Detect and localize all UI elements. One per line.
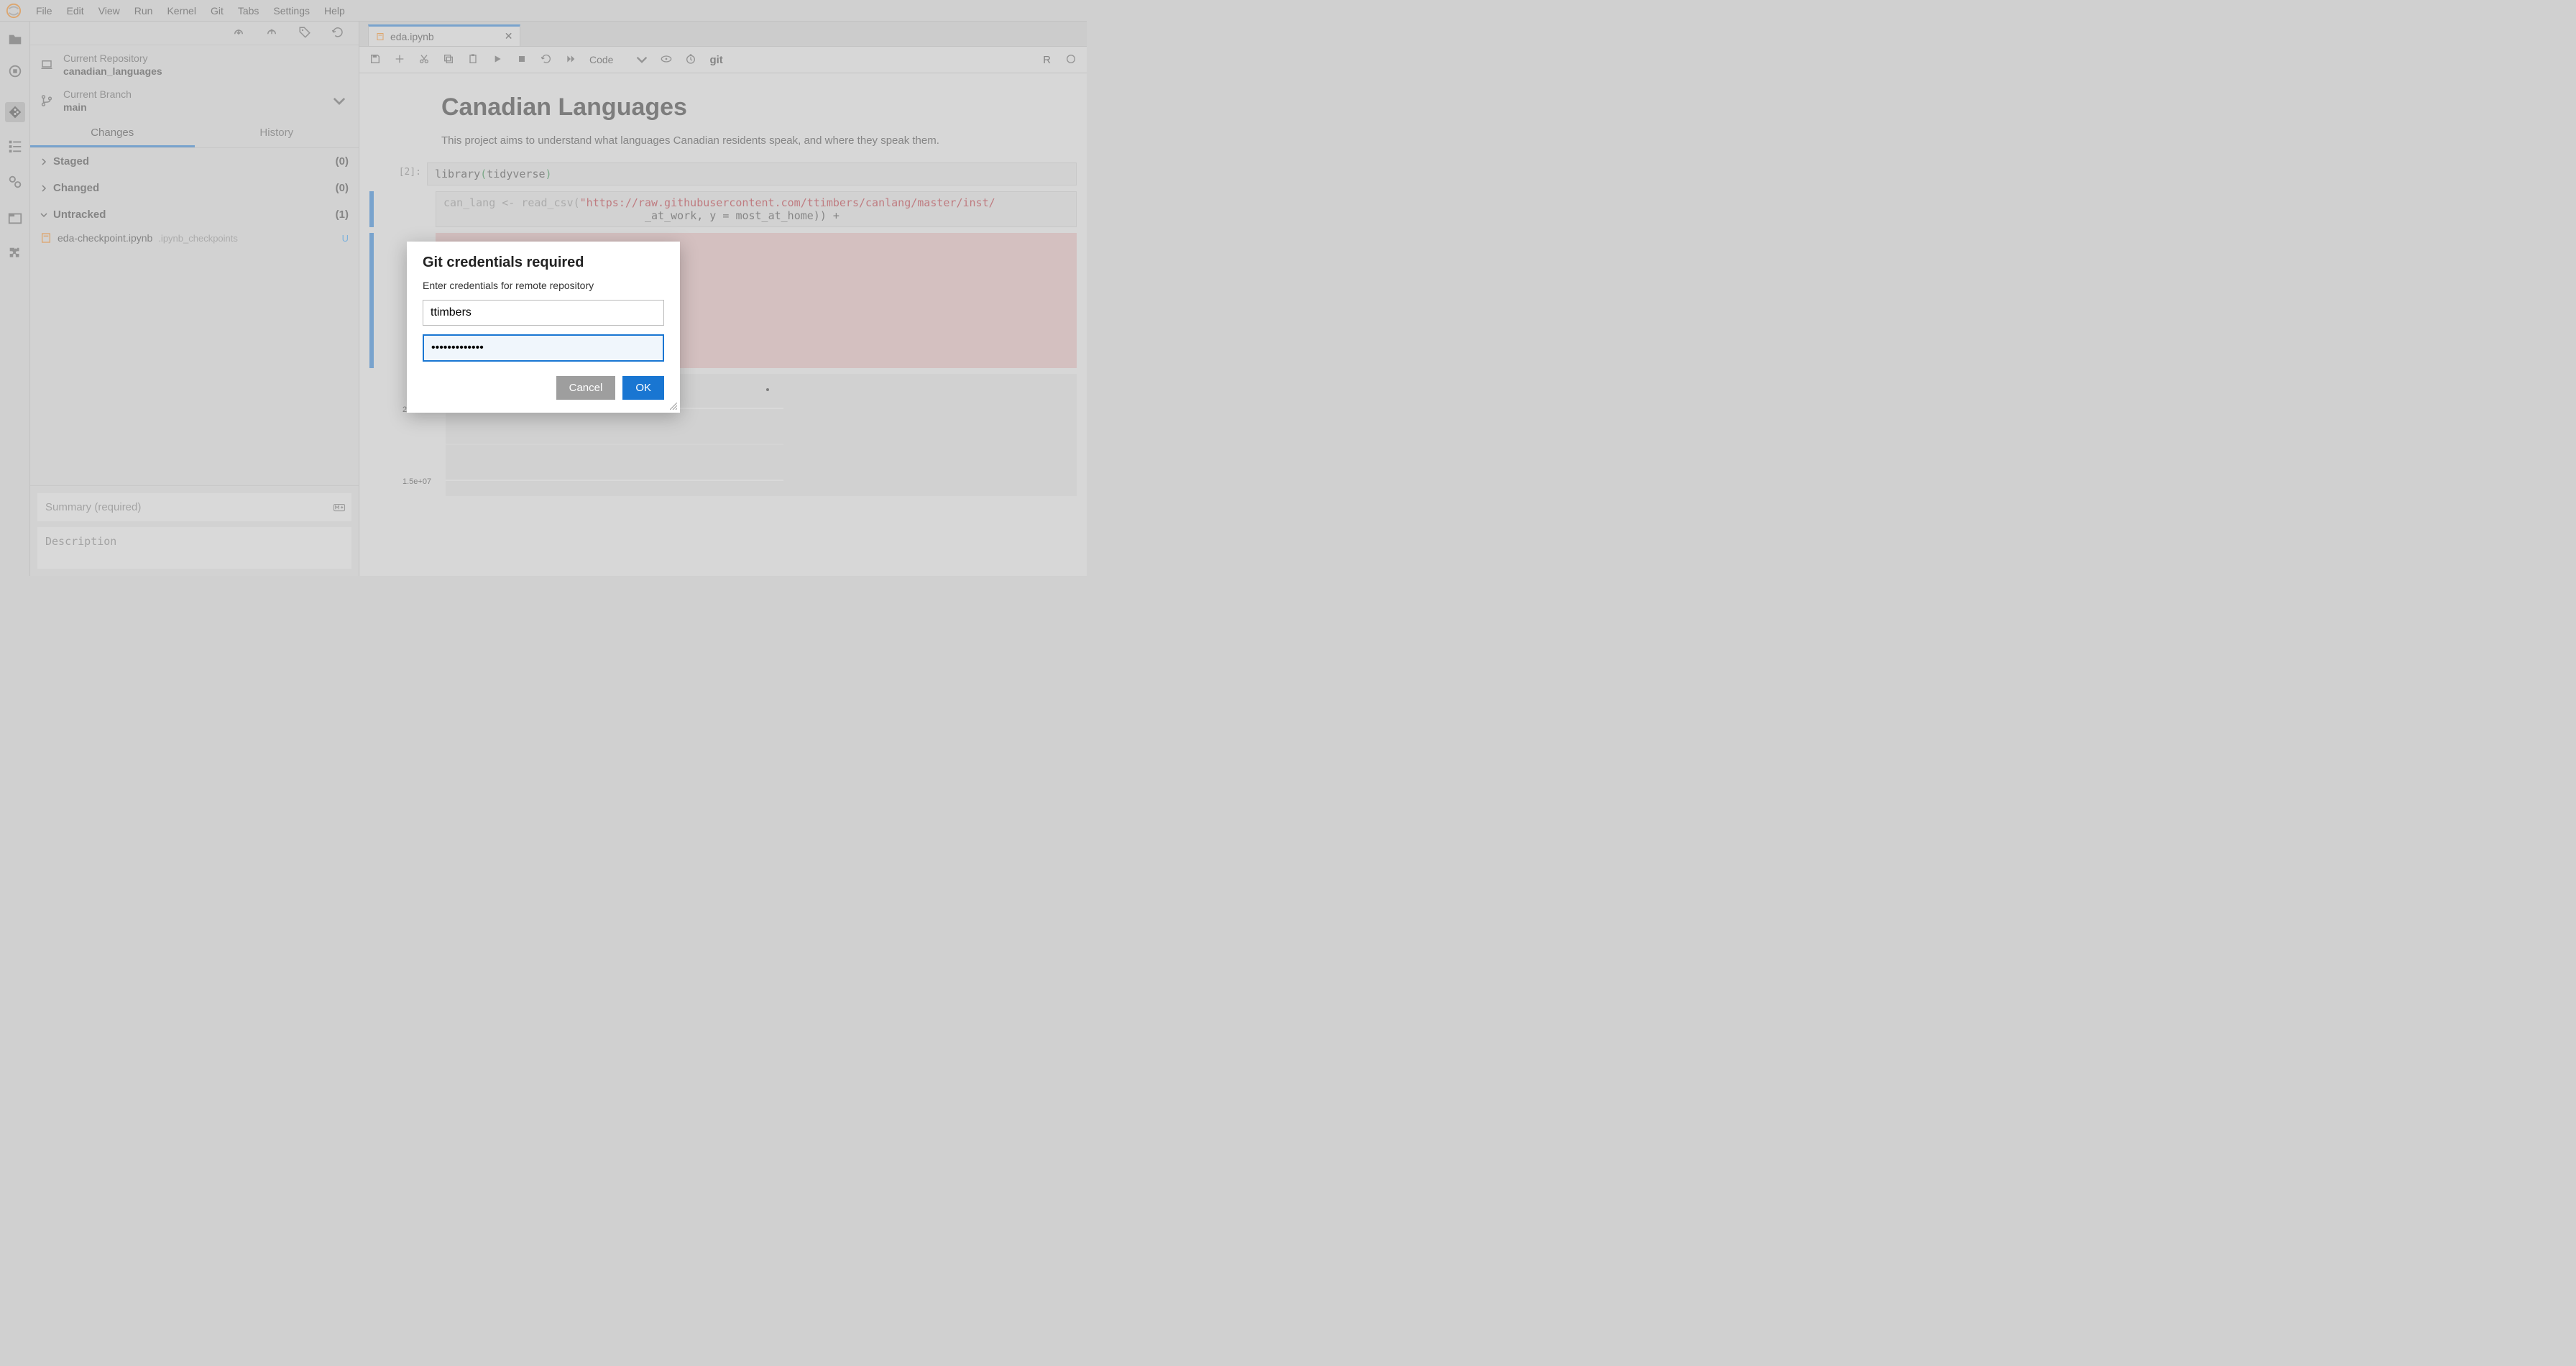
cancel-button[interactable]: Cancel: [556, 376, 616, 400]
ok-button[interactable]: OK: [622, 376, 664, 400]
password-input[interactable]: [423, 334, 664, 362]
username-input[interactable]: [423, 300, 664, 326]
resize-grip-icon[interactable]: [670, 403, 677, 410]
dialog-title: Git credentials required: [423, 255, 664, 271]
git-credentials-dialog: Git credentials required Enter credentia…: [407, 242, 680, 413]
dialog-subtitle: Enter credentials for remote repository: [423, 280, 664, 291]
